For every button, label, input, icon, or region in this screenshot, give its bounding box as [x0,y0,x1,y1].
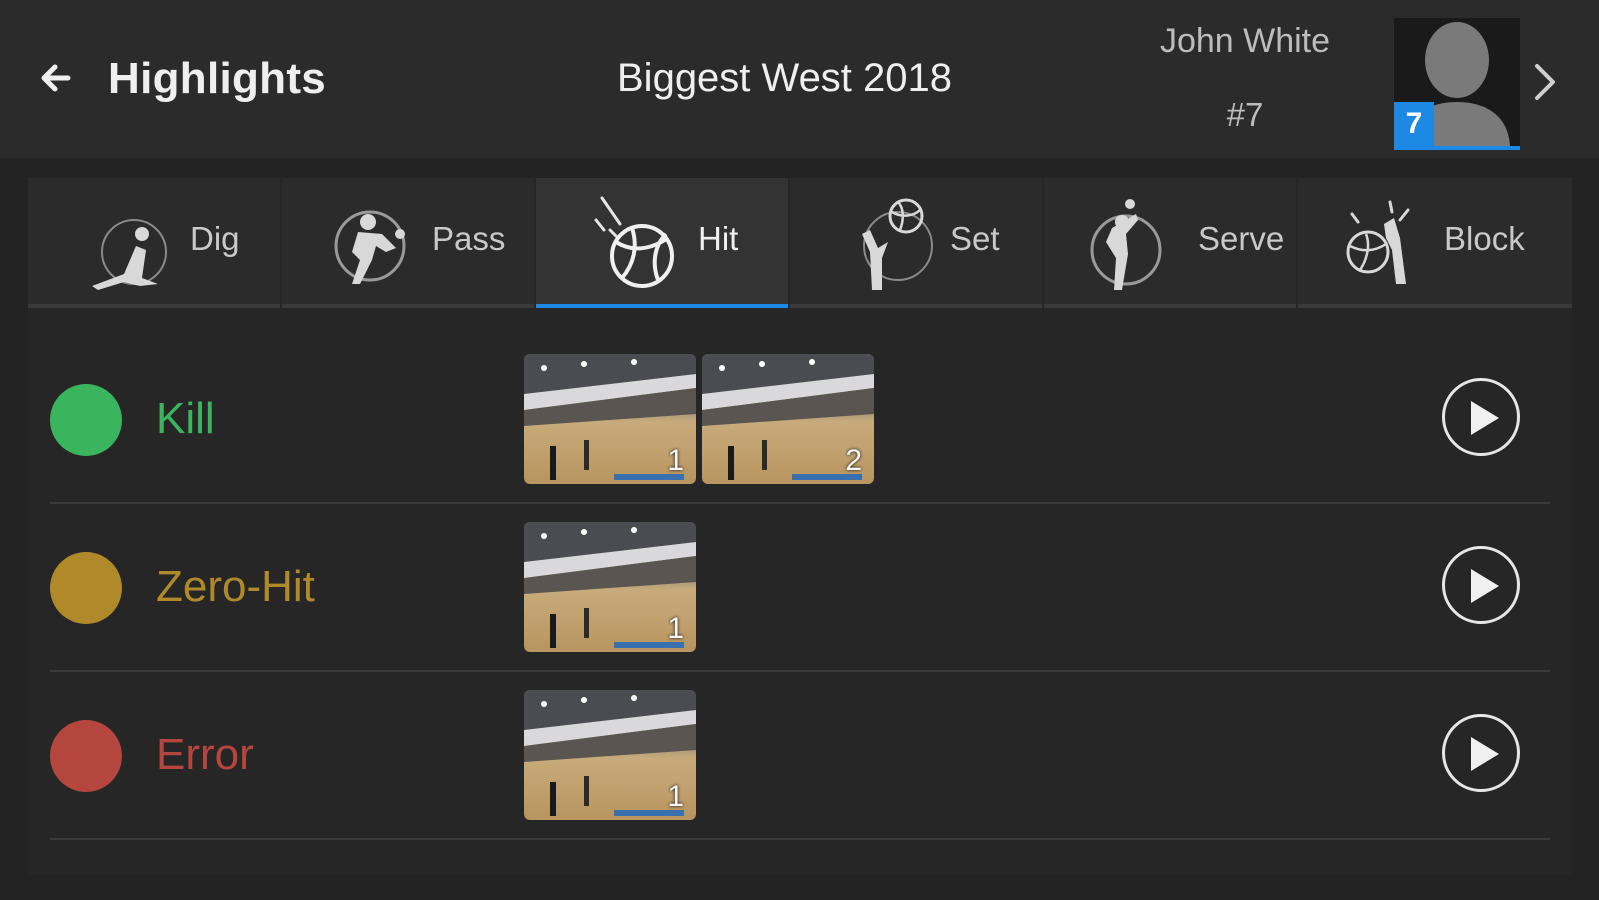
player-name: John White [1159,22,1331,60]
event-title: Biggest West 2018 [617,56,953,100]
play-icon [1471,737,1499,771]
kill-status-dot [50,384,122,456]
clip-thumbnail[interactable]: 2 [702,354,874,484]
player-number: #7 [1226,96,1264,133]
skill-tabs: Dig Pass Hit Set Serve Block [28,178,1572,308]
clip-number: 1 [667,444,684,477]
error-status-dot [50,720,122,792]
play-button[interactable] [1442,378,1520,456]
tab-dig[interactable]: Dig [28,178,280,308]
tab-serve[interactable]: Serve [1044,178,1296,308]
block-icon [1346,200,1410,284]
clip-number: 2 [845,444,862,477]
tab-hit[interactable]: Hit [536,178,788,308]
row-label: Zero-Hit [156,562,315,611]
tab-pass[interactable]: Pass [282,178,534,308]
avatar[interactable]: 7 [1394,18,1520,150]
arrow-left-icon[interactable] [38,60,74,96]
tab-label: Serve [1198,220,1285,257]
result-row-error: Error 1 [50,672,1550,840]
tab-block[interactable]: Block [1298,178,1572,308]
play-icon [1471,401,1499,435]
dig-icon [92,219,167,290]
clip-thumbnail[interactable]: 1 [524,522,696,652]
highlights-panel: Dig Pass Hit Set Serve Block Kill 1 2 Ze… [28,178,1572,874]
play-icon [1471,569,1499,603]
result-row-zero-hit: Zero-Hit 1 [50,504,1550,672]
jersey-number-badge: 7 [1394,102,1434,146]
chevron-right-icon[interactable] [1527,62,1561,102]
clip-thumbnail[interactable]: 1 [524,354,696,484]
play-button[interactable] [1442,546,1520,624]
tab-set[interactable]: Set [790,178,1042,308]
tab-label: Dig [190,220,240,257]
top-bar: Highlights Biggest West 2018 John White … [0,0,1599,158]
set-icon [862,198,933,290]
play-button[interactable] [1442,714,1520,792]
clip-number: 1 [667,612,684,645]
tab-label: Pass [432,220,506,257]
clip-number: 1 [667,780,684,813]
result-row-kill: Kill 1 2 [50,336,1550,504]
page-title: Highlights [108,54,327,103]
row-label: Error [156,730,254,779]
pass-icon [334,210,406,284]
tab-label: Hit [698,220,739,257]
tab-label: Set [950,220,1000,257]
clip-thumbnail[interactable]: 1 [524,690,696,820]
hit-icon [594,196,674,288]
row-label: Kill [156,394,215,443]
tab-label: Block [1444,220,1525,257]
zero-hit-status-dot [50,552,122,624]
serve-icon [1090,199,1162,290]
